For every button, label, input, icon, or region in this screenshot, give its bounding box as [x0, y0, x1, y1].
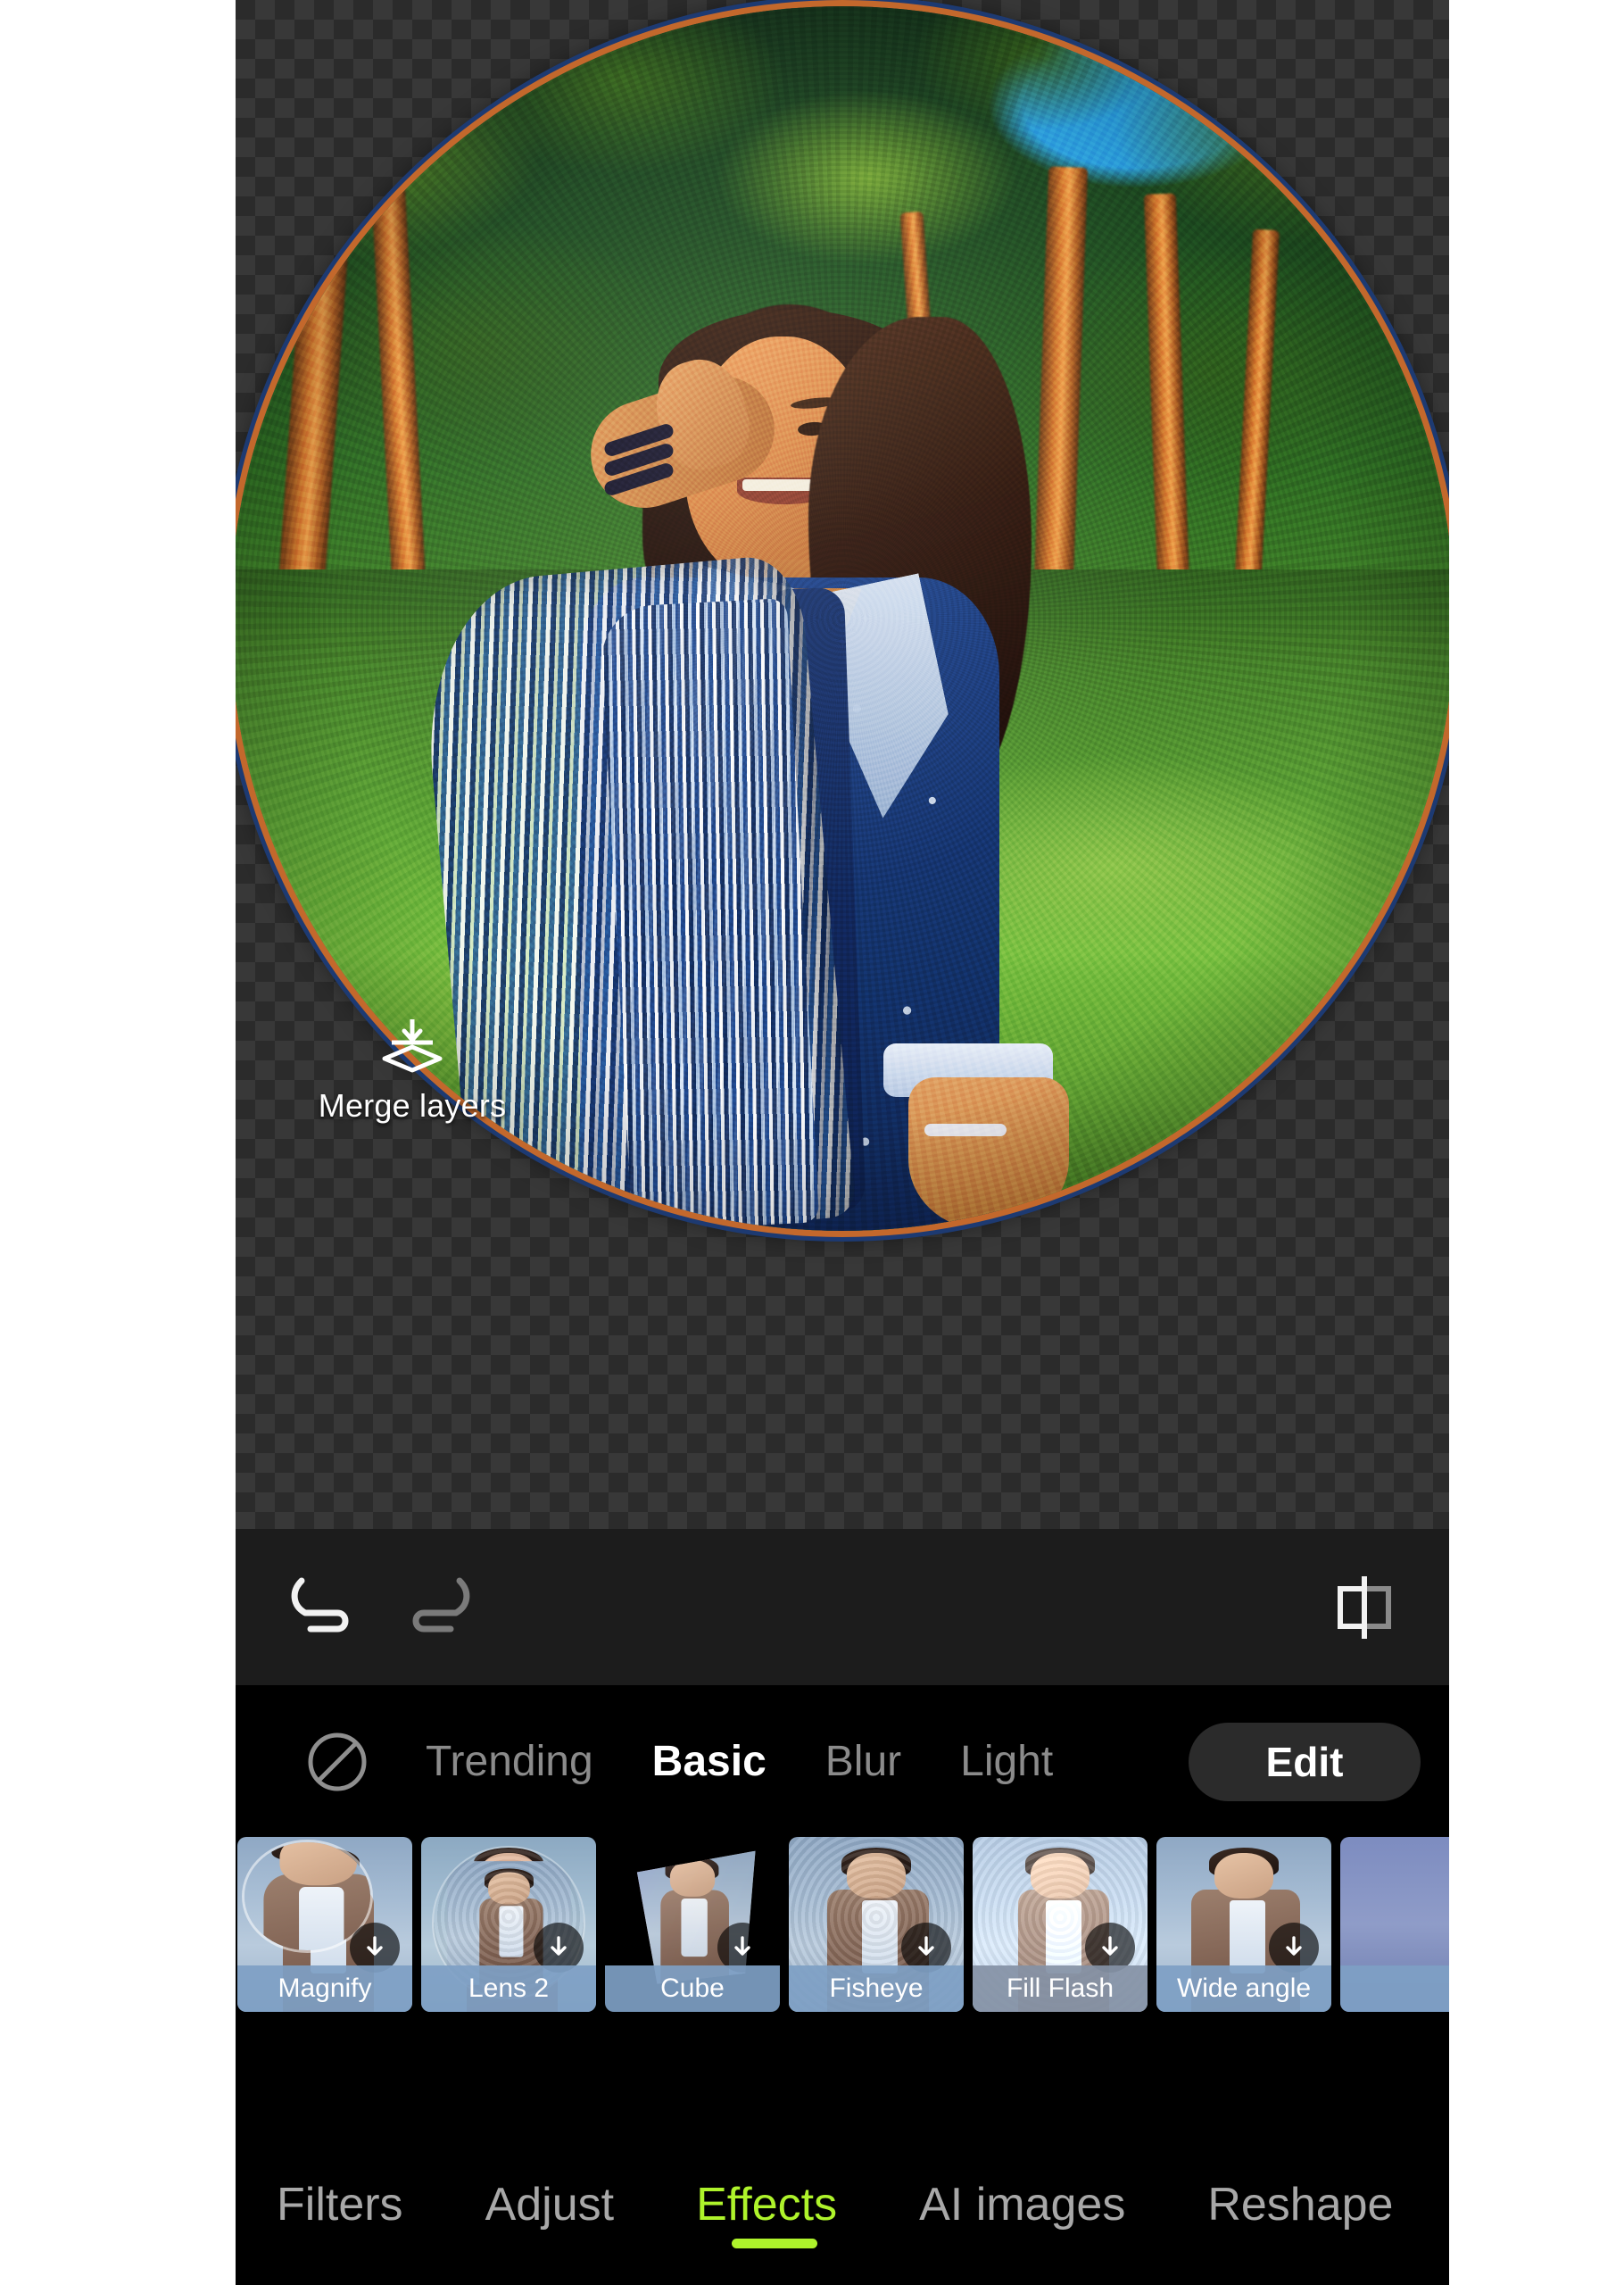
redo-icon — [412, 1577, 470, 1633]
merge-layers-button[interactable]: Merge layers — [278, 1018, 546, 1125]
effect-label: Wide angle — [1156, 1965, 1331, 2012]
edit-button-label: Edit — [1265, 1739, 1344, 1785]
category-tab-basic[interactable]: Basic — [623, 1737, 796, 1786]
effect-thumbnail-magnify[interactable]: Magnify — [237, 1837, 412, 2012]
download-icon — [367, 1936, 383, 1956]
effect-thumbnail-cube[interactable]: Cube — [605, 1837, 780, 2012]
edit-button[interactable]: Edit — [1189, 1723, 1421, 1801]
effect-label: Lens 2 — [421, 1965, 596, 2012]
category-tab-blur[interactable]: Blur — [796, 1737, 931, 1786]
magnify-lens-overlay — [244, 1841, 370, 1951]
effect-label: Magnify — [237, 1965, 412, 2012]
download-icon — [734, 1936, 750, 1956]
effect-category-tabs: Trending Basic Blur Light — [396, 1685, 1082, 1837]
category-tab-trending[interactable]: Trending — [396, 1737, 623, 1786]
compare-button[interactable] — [1320, 1563, 1409, 1652]
nav-item-adjust[interactable]: Adjust — [444, 2178, 656, 2231]
nav-item-ai-images[interactable]: AI images — [878, 2178, 1166, 2231]
download-icon — [1102, 1936, 1118, 1956]
effect-thumbnail-lens-2[interactable]: Lens 2 — [421, 1837, 596, 2012]
undo-button[interactable] — [276, 1563, 365, 1652]
nav-item-filters[interactable]: Filters — [236, 2178, 444, 2231]
effect-thumbnail-next[interactable] — [1340, 1837, 1449, 2012]
effect-thumbnail-row[interactable]: Magnify Lens 2 Cube Fisheye Fill Flash W… — [236, 1837, 1449, 2012]
bottom-nav-items: Filters Adjust Effects AI images Reshape — [236, 2124, 1449, 2285]
no-effect-icon — [308, 1732, 367, 1791]
effect-thumbnail-fisheye[interactable]: Fisheye — [789, 1837, 964, 2012]
active-tab-indicator — [732, 2239, 817, 2248]
merge-layers-label: Merge layers — [318, 1087, 507, 1124]
category-tab-light[interactable]: Light — [931, 1737, 1082, 1786]
download-icon — [918, 1936, 934, 1956]
photo-editor-app: Merge layers Trending Basic Blur Light E… — [236, 0, 1449, 2285]
edit-toolbar — [236, 1529, 1449, 1685]
compare-before-after-icon — [1338, 1576, 1391, 1639]
effect-label — [1340, 1965, 1449, 2012]
effect-label: Fill Flash — [973, 1965, 1148, 2012]
download-icon — [1286, 1936, 1302, 1956]
image-canvas[interactable]: Merge layers — [236, 0, 1449, 1529]
effect-label: Cube — [605, 1965, 780, 2012]
bottom-navigation: Filters Adjust Effects AI images Reshape — [236, 2124, 1449, 2285]
effect-label: Fisheye — [789, 1965, 964, 2012]
nav-item-effects[interactable]: Effects — [655, 2178, 878, 2231]
merge-layers-icon — [382, 1019, 443, 1073]
nav-item-reshape[interactable]: Reshape — [1166, 2178, 1434, 2231]
effect-thumbnail-fill-flash[interactable]: Fill Flash — [973, 1837, 1148, 2012]
effect-thumbnail-wide-angle[interactable]: Wide angle — [1156, 1837, 1331, 2012]
no-effect-button[interactable] — [305, 1730, 369, 1794]
redo-button[interactable] — [396, 1563, 485, 1652]
effect-category-row: Trending Basic Blur Light Edit — [236, 1685, 1449, 1837]
download-icon — [551, 1936, 567, 1956]
effects-panel: Trending Basic Blur Light Edit Magnify L… — [236, 1685, 1449, 2124]
undo-icon — [291, 1577, 349, 1633]
